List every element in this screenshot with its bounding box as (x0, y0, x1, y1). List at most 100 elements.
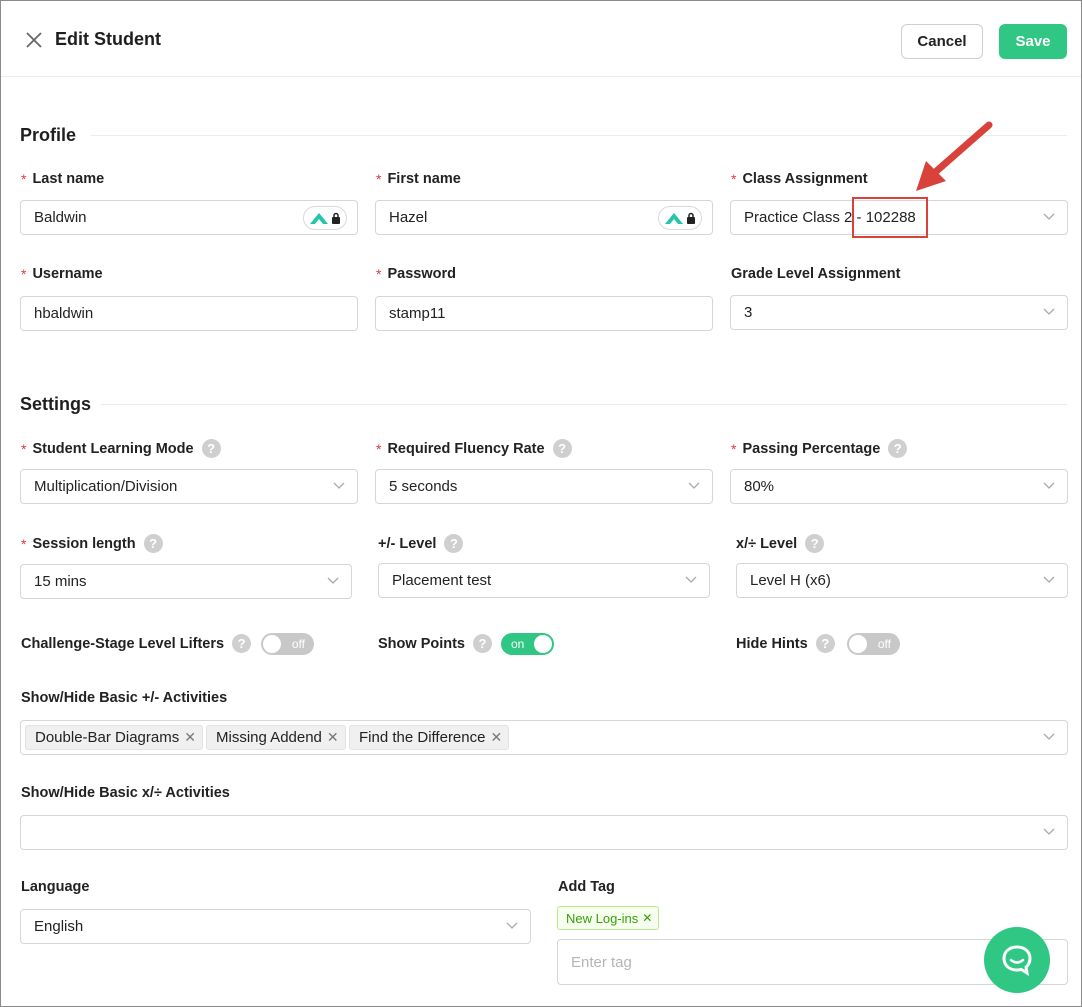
help-icon[interactable]: ? (888, 439, 908, 458)
close-icon[interactable] (23, 29, 45, 51)
help-icon[interactable]: ? (143, 534, 163, 553)
chevron-down-icon (333, 482, 345, 489)
required-mark: * (376, 266, 382, 282)
username-label: * Username (21, 266, 103, 282)
help-icon[interactable]: ? (552, 439, 572, 458)
learning-mode-label: * Student Learning Mode? (21, 439, 221, 458)
required-mark: * (21, 440, 27, 457)
session-length-value: 15 mins (34, 573, 87, 590)
remove-chip-icon[interactable]: ✕ (327, 729, 339, 746)
hide-hints-label: Hide Hints? (736, 634, 835, 653)
toggle-state-text: off (291, 637, 305, 651)
grade-level-value: 3 (744, 304, 753, 321)
basic-mul-div-label: Show/Hide Basic x/÷ Activities (21, 785, 230, 801)
required-mark: * (731, 440, 737, 457)
help-icon[interactable]: ? (473, 634, 492, 653)
grade-level-label: Grade Level Assignment (731, 266, 901, 282)
last-name-value: Baldwin (34, 209, 87, 226)
chip-label: Find the Difference (359, 729, 486, 746)
add-sub-level-value: Placement test (392, 572, 492, 589)
required-mark: * (376, 171, 382, 187)
toggle-state-text: on (511, 637, 525, 651)
page-title: Edit Student (55, 29, 161, 49)
annotation-arrow-icon (916, 121, 993, 191)
tag-input-placeholder: Enter tag (571, 953, 632, 971)
add-sub-level-select[interactable]: Placement test (378, 563, 710, 598)
password-input[interactable]: stamp11 (375, 296, 713, 331)
settings-divider (101, 404, 1067, 405)
chevron-down-icon (1043, 828, 1055, 835)
hide-hints-toggle[interactable]: off (847, 633, 900, 655)
chat-launcher-button[interactable] (984, 927, 1050, 993)
basic-add-sub-label: Show/Hide Basic +/- Activities (21, 690, 228, 706)
profile-section-title: Profile (20, 125, 77, 145)
basic-mul-div-multiselect[interactable] (20, 815, 1068, 850)
chip-label: Double-Bar Diagrams (35, 729, 180, 746)
remove-chip-icon[interactable]: ✕ (184, 729, 196, 746)
annotation-highlight-box (852, 197, 928, 238)
chevron-down-icon (327, 577, 339, 584)
level-lifters-toggle[interactable]: off (261, 633, 314, 655)
activity-chip: Double-Bar Diagrams ✕ (25, 725, 203, 750)
chevron-down-icon (688, 482, 700, 489)
show-points-label: Show Points? (378, 634, 492, 653)
save-button[interactable]: Save (999, 24, 1067, 59)
chevron-down-icon (1043, 482, 1055, 489)
learning-mode-value: Multiplication/Division (34, 478, 178, 495)
first-name-input[interactable]: Hazel (375, 200, 713, 235)
passing-percentage-select[interactable]: 80% (730, 469, 1068, 504)
learning-mode-select[interactable]: Multiplication/Division (20, 469, 358, 504)
passing-percentage-value: 80% (744, 478, 775, 495)
fluency-rate-label: * Required Fluency Rate? (376, 439, 572, 458)
level-lifters-label: Challenge-Stage Level Lifters? (21, 634, 252, 653)
help-icon[interactable]: ? (805, 534, 825, 553)
password-label: * Password (376, 266, 456, 282)
required-mark: * (21, 171, 27, 187)
help-icon[interactable]: ? (201, 439, 221, 458)
language-select[interactable]: English (20, 909, 531, 944)
last-name-label: * Last name (21, 171, 105, 187)
password-value: stamp11 (389, 305, 446, 322)
toggle-knob (849, 635, 867, 653)
grade-level-select[interactable]: 3 (730, 295, 1068, 330)
help-icon[interactable]: ? (815, 634, 835, 653)
required-mark: * (21, 266, 27, 282)
autofill-lock-badge[interactable] (658, 206, 702, 230)
remove-chip-icon[interactable]: ✕ (490, 729, 502, 746)
session-length-select[interactable]: 15 mins (20, 564, 352, 599)
username-input[interactable]: hbaldwin (20, 296, 358, 331)
chevron-down-icon (1043, 308, 1055, 315)
cancel-button[interactable]: Cancel (901, 24, 983, 59)
activity-chip: Missing Addend ✕ (206, 725, 346, 750)
remove-tag-icon[interactable]: ✕ (642, 911, 652, 925)
add-tag-label: Add Tag (558, 879, 615, 895)
lock-icon (687, 212, 695, 224)
mountain-icon (665, 213, 683, 224)
settings-section-title: Settings (20, 394, 92, 414)
mountain-icon (310, 213, 328, 224)
session-length-label: * Session length? (21, 534, 163, 553)
language-label: Language (21, 879, 90, 895)
activity-chip: Find the Difference ✕ (349, 725, 510, 750)
mul-div-level-select[interactable]: Level H (x6) (736, 563, 1068, 598)
chevron-down-icon (1043, 733, 1055, 740)
tag-chip-label: New Log-ins (566, 910, 639, 926)
class-assignment-label: * Class Assignment (731, 171, 868, 187)
add-sub-level-label: +/- Level? (378, 534, 464, 553)
toggle-state-text: off (877, 637, 891, 651)
show-points-toggle[interactable]: on (501, 633, 554, 655)
required-mark: * (21, 535, 27, 552)
chevron-down-icon (685, 576, 697, 583)
required-mark: * (376, 440, 382, 457)
toggle-knob (534, 635, 552, 653)
chat-bubble-icon (1002, 945, 1032, 977)
last-name-input[interactable]: Baldwin (20, 200, 358, 235)
help-icon[interactable]: ? (232, 634, 252, 653)
language-value: English (34, 918, 84, 935)
help-icon[interactable]: ? (444, 534, 464, 553)
fluency-rate-select[interactable]: 5 seconds (375, 469, 713, 504)
passing-percentage-label: * Passing Percentage? (731, 439, 908, 458)
autofill-lock-badge[interactable] (303, 206, 347, 230)
toggle-knob (263, 635, 281, 653)
chevron-down-icon (1043, 213, 1055, 220)
